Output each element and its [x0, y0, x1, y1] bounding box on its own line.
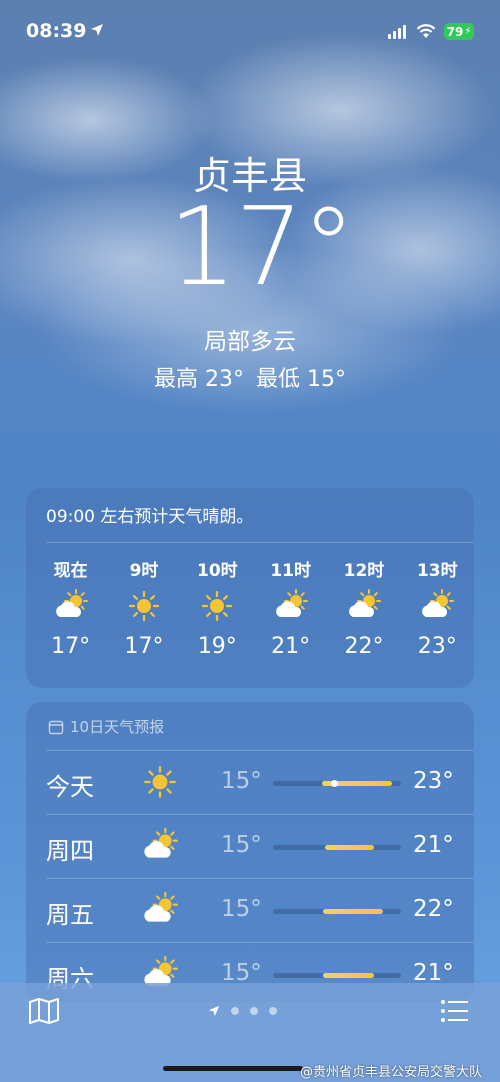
hour-temp: 22°: [344, 634, 384, 659]
day-row[interactable]: 周四 15° 21°: [26, 814, 474, 878]
location-page-icon: [208, 1005, 220, 1017]
hourly-forecast-card[interactable]: 09:00 左右预计天气晴朗。 现在 17° 9时 17° 10时 19° 11时 2…: [26, 488, 474, 688]
page-dot: [231, 1007, 239, 1015]
day-label: 今天: [46, 773, 94, 801]
hour-label: 13时: [416, 561, 458, 581]
list-icon[interactable]: [440, 999, 470, 1023]
temp-range-bar: [273, 845, 401, 850]
day-label: 周四: [46, 837, 94, 865]
card-divider: [46, 542, 474, 543]
hour-temp: 19°: [197, 634, 237, 659]
day-row[interactable]: 周五 15° 22°: [26, 878, 474, 942]
temp-range-fill: [325, 845, 374, 850]
partly-sunny-icon: [327, 586, 400, 626]
ten-day-header: 10日天气预报: [48, 716, 164, 737]
day-low: 15°: [221, 832, 262, 858]
status-bar: 08:39 79 ⚡: [0, 18, 500, 48]
partly-sunny-icon: [138, 826, 182, 866]
temp-range-fill: [323, 973, 374, 978]
sun-icon: [107, 586, 180, 626]
day-high: 23°: [413, 768, 454, 794]
page-indicator[interactable]: [208, 1005, 277, 1017]
low-temp: 最低 15°: [256, 367, 346, 392]
battery-icon: 79 ⚡: [444, 23, 474, 40]
hour-label: 11时: [270, 561, 311, 581]
high-low: 最高 23° 最低 15°: [0, 361, 500, 393]
temp-range-fill: [323, 909, 383, 914]
hourly-item: 12时 22°: [327, 556, 400, 659]
hourly-item: 10时 19°: [181, 556, 254, 659]
hour-temp: 23°: [417, 634, 457, 659]
hourly-item: 13时 23°: [401, 556, 474, 659]
day-high: 21°: [413, 832, 454, 858]
hour-label: 9时: [129, 561, 159, 581]
wifi-icon: [416, 24, 436, 38]
partly-sunny-icon: [34, 586, 107, 626]
hour-label: 12时: [343, 561, 385, 581]
forecast-summary: 09:00 左右预计天气晴朗。: [46, 507, 254, 527]
row-divider: [46, 878, 474, 879]
day-high: 22°: [413, 896, 454, 922]
hour-label: 现在: [53, 561, 88, 581]
cellular-signal-icon: [388, 25, 406, 39]
temp-range-bar: [273, 780, 401, 787]
hourly-item: 现在 17°: [34, 556, 107, 659]
hour-label: 10时: [196, 561, 238, 581]
ten-day-title: 10日天气预报: [70, 718, 165, 736]
watermark: @贵州省贞丰县公安局交警大队: [300, 1065, 483, 1080]
hour-temp: 17°: [124, 634, 164, 659]
hourly-item: 11时 21°: [254, 556, 327, 659]
hour-temp: 17°: [51, 634, 91, 659]
day-label: 周五: [46, 901, 94, 929]
current-temp-dot: [331, 780, 338, 787]
partly-sunny-icon: [254, 586, 327, 626]
calendar-icon: [48, 720, 64, 734]
temp-range-bar: [273, 973, 401, 978]
status-time: 08:39: [26, 20, 87, 42]
battery-level: 79: [446, 24, 464, 39]
hourly-item: 9时 17°: [107, 556, 180, 659]
row-divider: [46, 814, 474, 815]
row-divider: [46, 942, 474, 943]
row-divider: [46, 750, 474, 751]
partly-sunny-icon: [138, 890, 182, 930]
map-icon[interactable]: [28, 997, 60, 1025]
home-indicator[interactable]: [163, 1066, 303, 1071]
current-temperature: 17°: [168, 185, 355, 310]
hour-temp: 21°: [271, 634, 311, 659]
weather-condition: 局部多云: [204, 329, 296, 355]
location-arrow-icon: [91, 24, 103, 36]
partly-sunny-icon: [401, 586, 474, 626]
day-row[interactable]: 今天 15° 23°: [26, 750, 474, 814]
page-dot: [269, 1007, 277, 1015]
temp-range-bar: [273, 909, 401, 914]
page-dot: [250, 1007, 258, 1015]
sun-icon: [138, 762, 182, 802]
high-temp: 最高 23°: [154, 367, 244, 392]
sun-icon: [181, 586, 254, 626]
day-low: 15°: [221, 896, 262, 922]
ten-day-forecast-card[interactable]: 10日天气预报 今天 15° 23° 周四 15° 21° 周五 15° 22°…: [26, 702, 474, 1002]
day-low: 15°: [221, 768, 262, 794]
